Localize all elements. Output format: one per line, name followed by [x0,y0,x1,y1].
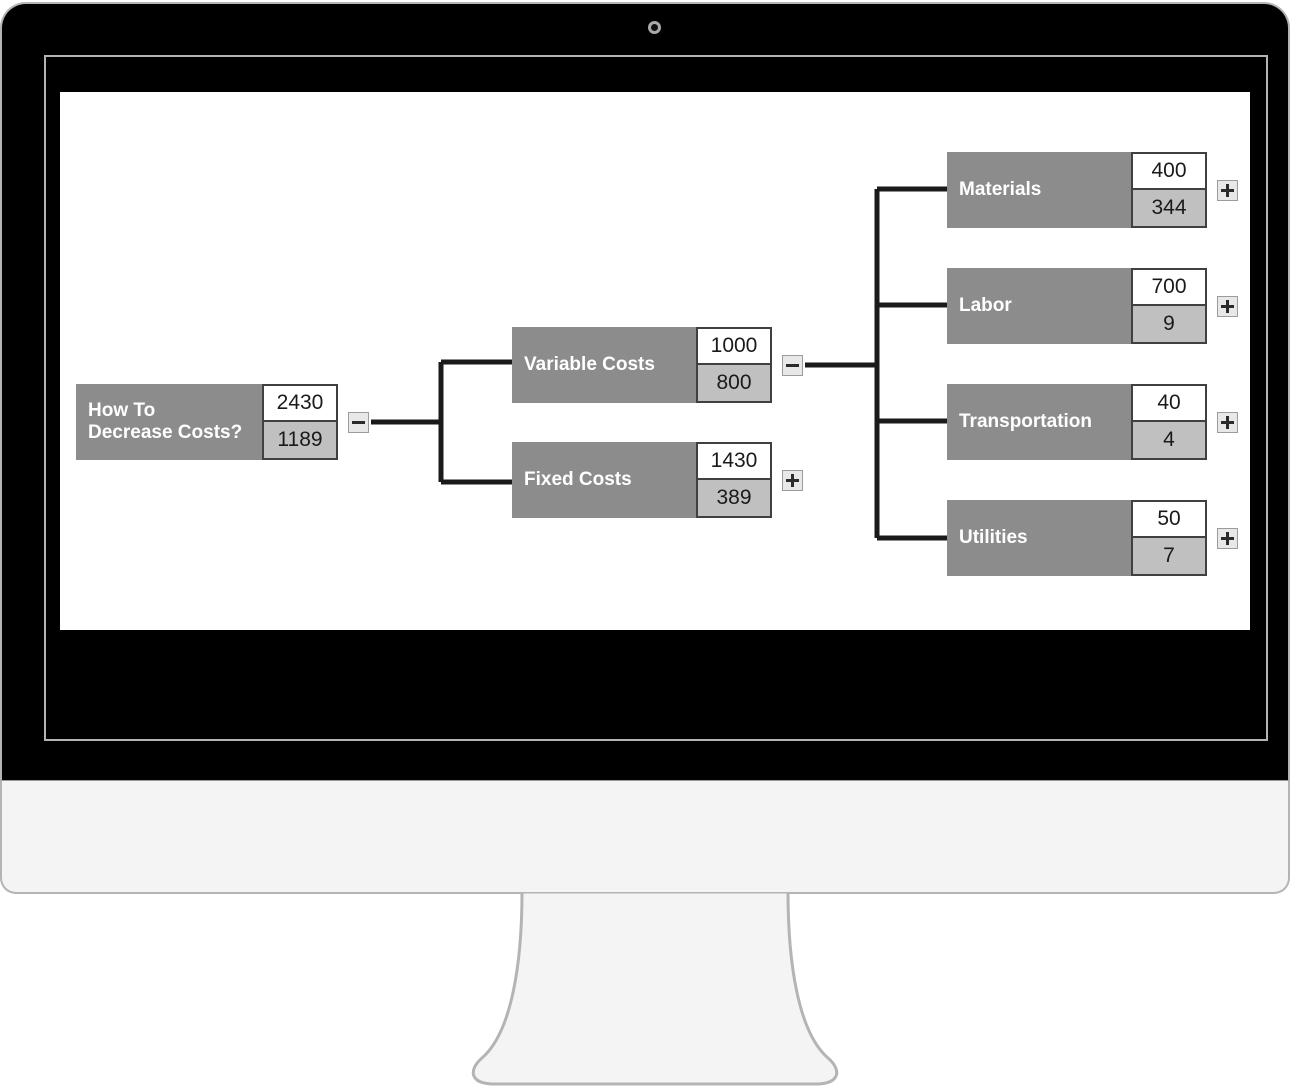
node-labor-values: 700 9 [1131,268,1207,344]
minus-icon [786,359,799,372]
node-materials-target: 400 [1133,154,1205,190]
node-variable-costs-values: 1000 800 [696,327,772,403]
node-fixed-costs-label: Fixed Costs [512,442,696,518]
monitor-stand [471,892,839,1086]
node-utilities-target: 50 [1133,502,1205,538]
node-fixed-costs-target: 1430 [698,444,770,480]
node-utilities[interactable]: Utilities 50 7 [947,500,1207,576]
node-transportation-label: Transportation [947,384,1131,460]
node-variable-costs-actual: 800 [698,365,770,401]
node-variable-costs[interactable]: Variable Costs 1000 800 [512,327,772,403]
node-labor[interactable]: Labor 700 9 [947,268,1207,344]
node-root[interactable]: How To Decrease Costs? 2430 1189 [76,384,338,460]
plus-icon [1221,532,1234,545]
node-fixed-costs-actual: 389 [698,480,770,516]
plus-icon [1221,416,1234,429]
node-variable-costs-label: Variable Costs [512,327,696,403]
node-transportation-actual: 4 [1133,422,1205,458]
toggle-labor[interactable] [1217,296,1238,317]
node-materials-actual: 344 [1133,190,1205,226]
node-root-values: 2430 1189 [262,384,338,460]
monitor-screen: How To Decrease Costs? 2430 1189 Variabl… [60,92,1250,630]
node-utilities-actual: 7 [1133,538,1205,574]
node-labor-actual: 9 [1133,306,1205,342]
cost-breakdown-diagram: How To Decrease Costs? 2430 1189 Variabl… [60,92,1250,630]
toggle-variable-costs[interactable] [782,355,803,376]
minus-icon [352,416,365,429]
node-transportation[interactable]: Transportation 40 4 [947,384,1207,460]
toggle-fixed-costs[interactable] [782,470,803,491]
node-root-target: 2430 [264,386,336,422]
node-labor-label: Labor [947,268,1131,344]
node-transportation-target: 40 [1133,386,1205,422]
node-variable-costs-target: 1000 [698,329,770,365]
node-root-actual: 1189 [264,422,336,458]
node-utilities-values: 50 7 [1131,500,1207,576]
node-materials-label: Materials [947,152,1131,228]
plus-icon [1221,300,1234,313]
camera-icon [648,21,661,34]
node-root-label: How To Decrease Costs? [76,384,262,460]
monitor-body: How To Decrease Costs? 2430 1189 Variabl… [0,2,1290,780]
node-utilities-label: Utilities [947,500,1131,576]
monitor-inner-bezel: How To Decrease Costs? 2430 1189 Variabl… [44,55,1268,741]
toggle-root[interactable] [348,412,369,433]
toggle-transportation[interactable] [1217,412,1238,433]
node-fixed-costs[interactable]: Fixed Costs 1430 389 [512,442,772,518]
node-materials-values: 400 344 [1131,152,1207,228]
node-transportation-values: 40 4 [1131,384,1207,460]
plus-icon [1221,184,1234,197]
node-labor-target: 700 [1133,270,1205,306]
toggle-materials[interactable] [1217,180,1238,201]
node-materials[interactable]: Materials 400 344 [947,152,1207,228]
monitor-chin [0,780,1290,894]
plus-icon [786,474,799,487]
node-fixed-costs-values: 1430 389 [696,442,772,518]
toggle-utilities[interactable] [1217,528,1238,549]
monitor-scene: How To Decrease Costs? 2430 1189 Variabl… [0,0,1308,1086]
